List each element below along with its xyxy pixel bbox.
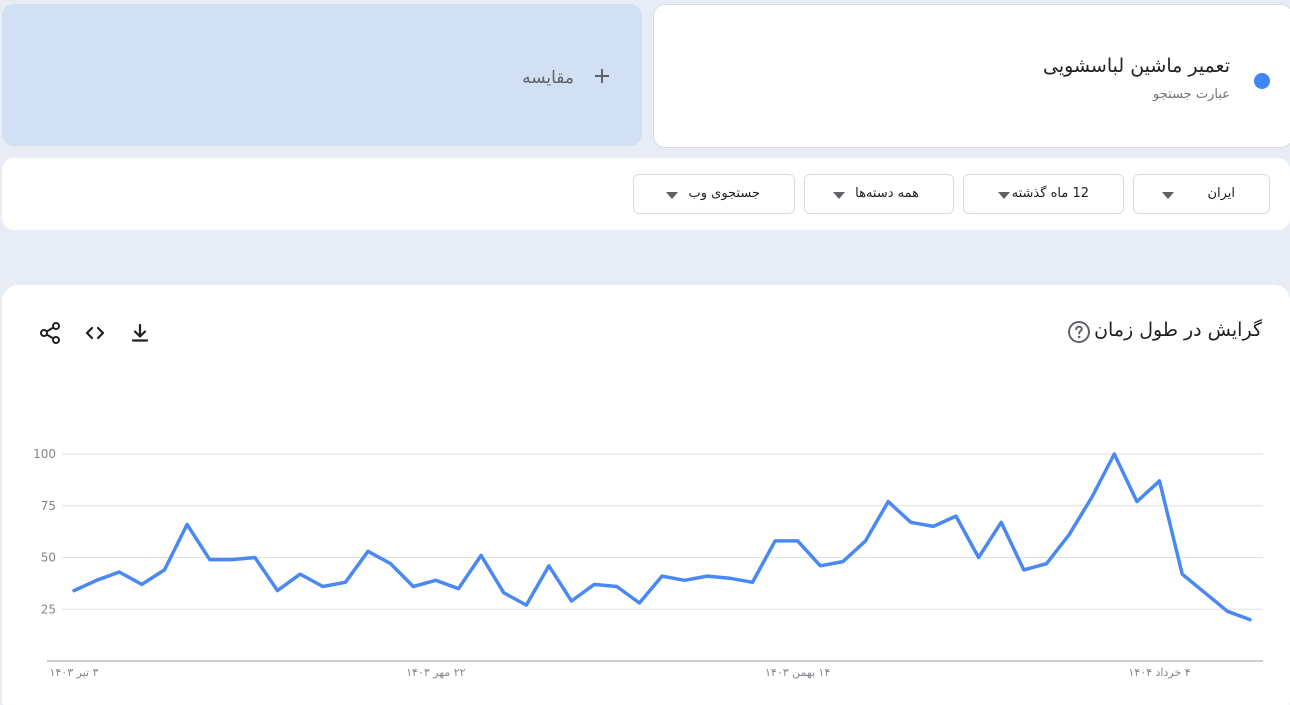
- data-point[interactable]: [885, 499, 891, 505]
- data-point[interactable]: [207, 557, 213, 563]
- compare-button[interactable]: مقایسه: [2, 4, 642, 146]
- data-point[interactable]: [252, 555, 258, 561]
- filter-search-type[interactable]: جستجوی وب: [633, 174, 795, 214]
- data-point[interactable]: [116, 569, 122, 575]
- data-point[interactable]: [139, 581, 145, 587]
- data-point[interactable]: [682, 577, 688, 583]
- data-point[interactable]: [614, 583, 620, 589]
- y-tick-label: 75: [41, 499, 56, 513]
- data-point[interactable]: [297, 571, 303, 577]
- data-point[interactable]: [840, 559, 846, 565]
- x-tick-label: ۳ تیر ۱۴۰۳: [49, 666, 98, 679]
- filter-category-label: همه دسته‌ها: [855, 186, 919, 201]
- series-color-dot: [1254, 73, 1270, 89]
- data-point[interactable]: [1157, 478, 1163, 484]
- data-point[interactable]: [704, 573, 710, 579]
- data-point[interactable]: [998, 519, 1004, 525]
- data-point[interactable]: [94, 577, 100, 583]
- data-point[interactable]: [727, 575, 733, 581]
- data-point[interactable]: [275, 588, 281, 594]
- data-point[interactable]: [1021, 567, 1027, 573]
- filter-time-range[interactable]: 12 ماه گذشته: [963, 174, 1124, 214]
- data-point[interactable]: [749, 579, 755, 585]
- x-tick-label: ۱۴ بهمن ۱۴۰۳: [765, 666, 830, 679]
- y-tick-label: 100: [33, 447, 56, 461]
- chart-title: گرایش در طول زمان: [1094, 319, 1262, 341]
- data-point[interactable]: [1111, 451, 1117, 457]
- caret-down-icon: [833, 192, 845, 199]
- help-circle-icon[interactable]: [1067, 320, 1091, 344]
- data-point[interactable]: [1089, 494, 1095, 500]
- filter-search-type-label: جستجوی وب: [688, 186, 761, 201]
- data-point[interactable]: [1224, 608, 1230, 614]
- data-point[interactable]: [365, 548, 371, 554]
- search-term-card[interactable]: تعمیر ماشین لباسشویی عبارت جستجو: [653, 4, 1290, 148]
- data-point[interactable]: [455, 586, 461, 592]
- data-point[interactable]: [908, 519, 914, 525]
- data-point[interactable]: [1134, 499, 1140, 505]
- data-point[interactable]: [501, 590, 507, 596]
- y-tick-label: 50: [41, 551, 56, 565]
- data-point[interactable]: [1179, 571, 1185, 577]
- data-point[interactable]: [161, 567, 167, 573]
- search-term-subtitle: عبارت جستجو: [1153, 87, 1230, 102]
- filter-category[interactable]: همه دسته‌ها: [804, 174, 954, 214]
- data-point[interactable]: [591, 581, 597, 587]
- data-point[interactable]: [930, 523, 936, 529]
- filter-region-label: ایران: [1207, 186, 1235, 201]
- data-point[interactable]: [636, 600, 642, 606]
- data-point[interactable]: [388, 561, 394, 567]
- caret-down-icon: [998, 192, 1010, 199]
- data-point[interactable]: [1202, 590, 1208, 596]
- data-point[interactable]: [817, 563, 823, 569]
- interest-line-chart: 25 50 75 100 ۳ تیر ۱۴۰۳ ۲۲ مهر ۱۴۰۳ ۱۴ بهمن ۱…: [33, 447, 1263, 679]
- share-icon[interactable]: [38, 321, 62, 345]
- data-point[interactable]: [863, 538, 869, 544]
- data-point[interactable]: [184, 521, 190, 527]
- data-point[interactable]: [546, 563, 552, 569]
- search-term-title[interactable]: تعمیر ماشین لباسشویی: [1043, 55, 1230, 77]
- caret-down-icon: [1162, 192, 1174, 199]
- data-point[interactable]: [976, 555, 982, 561]
- data-point[interactable]: [478, 552, 484, 558]
- filter-bar: ایران 12 ماه گذشته همه دسته‌ها جستجوی وب: [2, 158, 1290, 230]
- data-point[interactable]: [410, 583, 416, 589]
- data-point[interactable]: [342, 579, 348, 585]
- code-icon[interactable]: [83, 321, 107, 345]
- plus-icon: [595, 69, 609, 83]
- data-point[interactable]: [772, 538, 778, 544]
- series-line: [72, 452, 1252, 622]
- data-point[interactable]: [320, 583, 326, 589]
- download-icon[interactable]: [128, 321, 152, 345]
- data-point[interactable]: [433, 577, 439, 583]
- data-point[interactable]: [1043, 561, 1049, 567]
- filter-time-range-label: 12 ماه گذشته: [1011, 186, 1089, 201]
- compare-label: مقایسه: [522, 68, 574, 88]
- data-point[interactable]: [953, 513, 959, 519]
- data-point[interactable]: [1247, 617, 1253, 623]
- data-point[interactable]: [795, 538, 801, 544]
- y-tick-label: 25: [41, 602, 56, 616]
- x-tick-label: ۴ خرداد ۱۴۰۴: [1128, 666, 1190, 679]
- caret-down-icon: [666, 192, 678, 199]
- data-point[interactable]: [1066, 532, 1072, 538]
- data-point[interactable]: [71, 588, 77, 594]
- data-point[interactable]: [659, 573, 665, 579]
- x-tick-label: ۲۲ مهر ۱۴۰۳: [406, 666, 466, 679]
- data-point[interactable]: [569, 598, 575, 604]
- filter-region[interactable]: ایران: [1133, 174, 1270, 214]
- data-point[interactable]: [523, 602, 529, 608]
- data-point[interactable]: [229, 557, 235, 563]
